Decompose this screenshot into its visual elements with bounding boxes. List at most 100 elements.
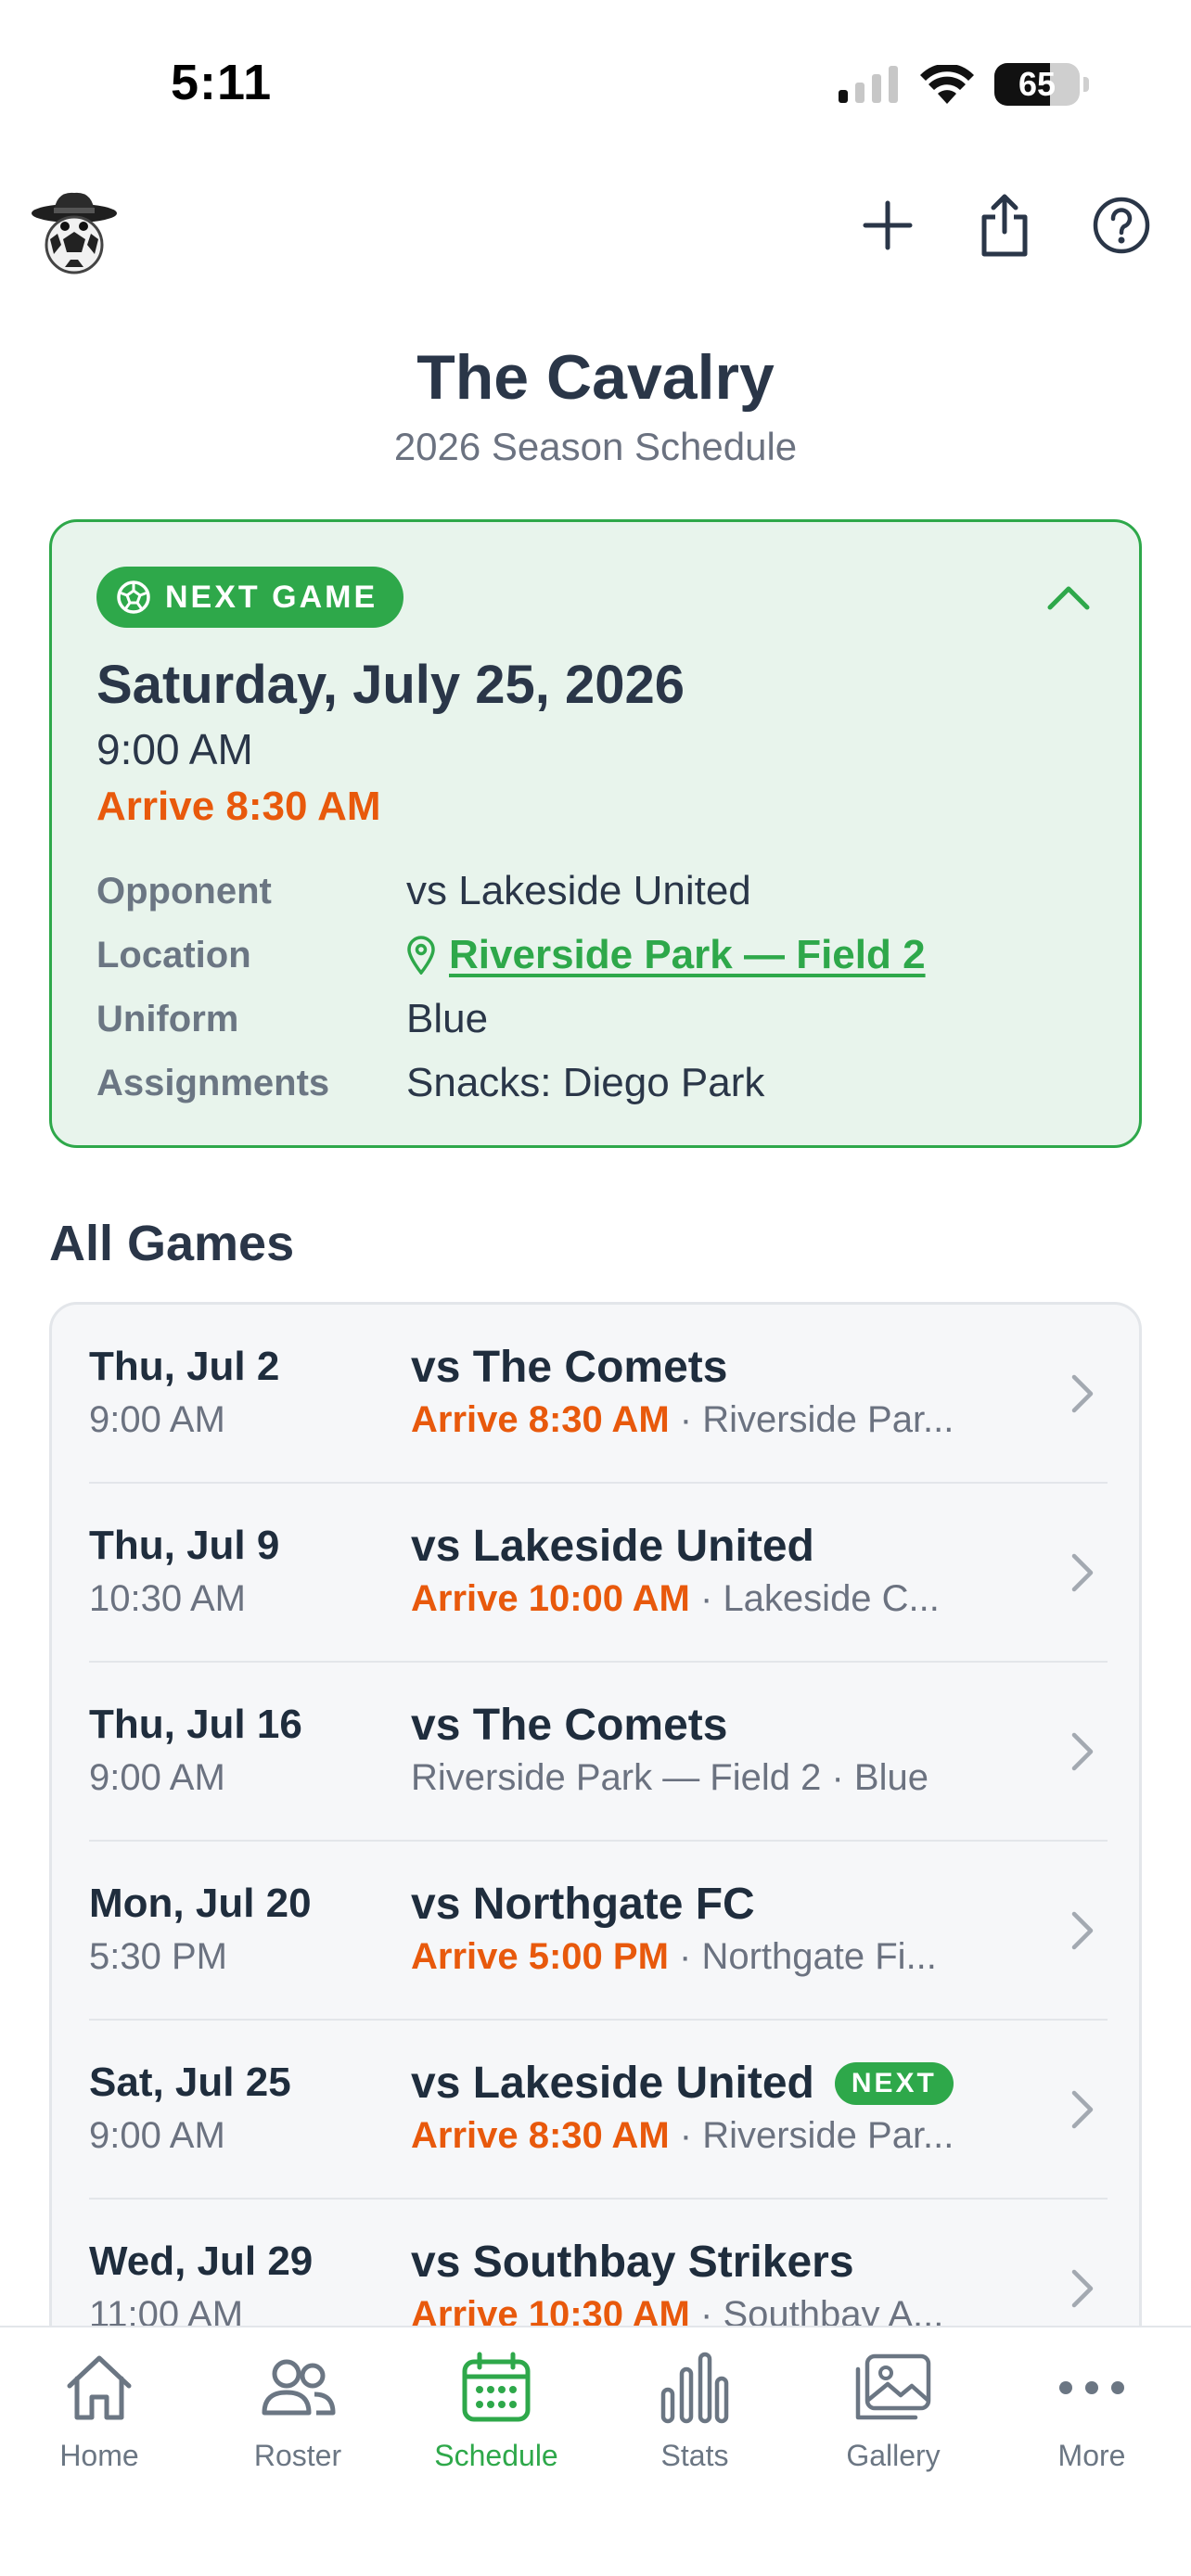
game-opponent: vs Lakeside United xyxy=(411,1521,814,1572)
team-name: The Cavalry xyxy=(416,342,775,413)
opponent-name: vs The Comets xyxy=(411,1701,728,1750)
game-date: Thu, Jul 9 xyxy=(89,1523,280,1568)
add-game-button[interactable] xyxy=(857,195,918,256)
chevron-right-icon xyxy=(1071,1911,1094,1950)
chevron-right-icon xyxy=(1071,1732,1094,1771)
game-subline: Arrive 8:30 AM · Riverside Par... xyxy=(411,1399,1005,1441)
battery-icon: 65 xyxy=(994,63,1080,106)
detail-row-opponent: Opponent vs Lakeside United xyxy=(96,863,751,919)
game-row[interactable]: Thu, Jul 16 9:00 AM vs The Comets Rivers… xyxy=(52,1663,1139,1842)
game-date: Thu, Jul 16 xyxy=(89,1702,302,1747)
detail-value: Blue xyxy=(406,996,489,1041)
map-pin-icon xyxy=(407,936,435,975)
game-opponent: vs Lakeside United NEXT xyxy=(411,2058,954,2109)
tab-gallery[interactable]: Gallery xyxy=(794,2346,992,2473)
collapse-button[interactable] xyxy=(1044,576,1093,618)
status-bar: 5:11 65 xyxy=(0,0,1191,167)
next-game-date: Saturday, July 25, 2026 xyxy=(96,655,685,715)
chevron-right-icon xyxy=(1071,2269,1094,2308)
game-row[interactable]: Thu, Jul 2 9:00 AM vs The Comets Arrive … xyxy=(52,1305,1139,1484)
game-info: Riverside Park — Field 2 · Blue xyxy=(411,1757,928,1798)
tab-label: Home xyxy=(59,2439,139,2472)
season-subtitle: 2026 Season Schedule xyxy=(393,425,798,468)
top-actions xyxy=(857,194,1152,257)
opponent-name: vs The Comets xyxy=(411,1343,728,1392)
tab-schedule[interactable]: Schedule xyxy=(397,2346,596,2473)
game-row[interactable]: Mon, Jul 20 5:30 PM vs Northgate FC Arri… xyxy=(52,1842,1139,2021)
help-icon xyxy=(1093,197,1150,254)
team-avatar[interactable] xyxy=(28,185,121,278)
game-date: Mon, Jul 20 xyxy=(89,1881,312,1926)
next-game-badge: NEXT GAME xyxy=(96,567,404,628)
next-game-arrive: Arrive 8:30 AM xyxy=(96,784,381,829)
game-subline: Riverside Park — Field 2 · Blue xyxy=(411,1757,1005,1799)
opponent-name: vs Lakeside United xyxy=(411,2059,814,2108)
status-icons: 65 xyxy=(839,63,1089,106)
game-time: 9:00 AM xyxy=(89,1757,225,1798)
arrive-time: Arrive 8:30 AM xyxy=(411,1399,670,1440)
separator: · xyxy=(669,1399,703,1440)
help-button[interactable] xyxy=(1091,195,1152,256)
game-time: 10:30 AM xyxy=(89,1578,247,1619)
chevron-right-icon xyxy=(1071,1374,1094,1413)
game-info: Riverside Par... xyxy=(702,2115,954,2156)
game-time: 9:00 AM xyxy=(89,2115,225,2156)
tab-more[interactable]: More xyxy=(992,2346,1191,2473)
arrive-time: Arrive 10:00 AM xyxy=(411,1578,690,1619)
chevron-up-icon xyxy=(1047,586,1090,610)
game-opponent: vs The Comets xyxy=(411,1700,727,1751)
game-row[interactable]: Thu, Jul 9 10:30 AM vs Lakeside United A… xyxy=(52,1484,1139,1663)
share-icon xyxy=(981,194,1028,257)
location-link-text[interactable]: Riverside Park — Field 2 xyxy=(449,932,926,978)
game-time: 9:00 AM xyxy=(89,1399,225,1440)
tab-bar: Home Roster Schedule Stats Gallery More xyxy=(0,2326,1191,2576)
games-list: Thu, Jul 2 9:00 AM vs The Comets Arrive … xyxy=(49,1302,1142,2415)
stats-icon xyxy=(653,2346,736,2429)
game-info: Lakeside C... xyxy=(723,1578,940,1619)
tab-label: Stats xyxy=(660,2439,729,2472)
detail-row-location: Location Riverside Park — Field 2 xyxy=(96,927,926,983)
plus-icon xyxy=(863,200,913,250)
gallery-icon xyxy=(852,2346,935,2429)
opponent-name: vs Southbay Strikers xyxy=(411,2238,854,2287)
game-row-next[interactable]: Sat, Jul 25 9:00 AM vs Lakeside United NE… xyxy=(52,2021,1139,2200)
detail-value: Snacks: Diego Park xyxy=(406,1060,765,1105)
separator: · xyxy=(669,2115,703,2156)
location-link[interactable]: Riverside Park — Field 2 xyxy=(406,932,926,978)
tab-stats[interactable]: Stats xyxy=(596,2346,794,2473)
chevron-right-icon xyxy=(1071,1553,1094,1592)
tab-label: Roster xyxy=(253,2439,342,2472)
battery-level: 65 xyxy=(1018,65,1057,103)
detail-label: Location xyxy=(96,934,251,976)
tab-label: Gallery xyxy=(846,2439,941,2472)
all-games-title: All Games xyxy=(49,1216,295,1271)
home-icon xyxy=(58,2346,141,2429)
game-date: Wed, Jul 29 xyxy=(89,2238,314,2284)
soccer-ball-icon xyxy=(117,580,150,614)
detail-row-assignments: Assignments Snacks: Diego Park xyxy=(96,1055,764,1111)
share-button[interactable] xyxy=(974,194,1035,257)
detail-label: Opponent xyxy=(96,870,272,912)
tab-label: More xyxy=(1057,2439,1126,2472)
top-nav xyxy=(0,176,1191,287)
opponent-name: vs Lakeside United xyxy=(411,1522,814,1571)
next-game-card[interactable]: NEXT GAME Saturday, July 25, 2026 9:00 A… xyxy=(49,519,1142,1148)
arrive-time: Arrive 5:00 PM xyxy=(411,1936,669,1977)
next-badge: NEXT xyxy=(834,2061,954,2105)
separator: · xyxy=(668,1936,702,1977)
calendar-icon xyxy=(455,2346,538,2429)
game-opponent: vs Northgate FC xyxy=(411,1879,755,1930)
next-game-badge-label: NEXT GAME xyxy=(165,579,378,615)
status-time: 5:11 xyxy=(171,55,273,110)
game-opponent: vs The Comets xyxy=(411,1342,727,1393)
game-subline: Arrive 10:00 AM · Lakeside C... xyxy=(411,1578,1005,1620)
game-info: Northgate Fi... xyxy=(701,1936,937,1977)
game-info: Riverside Par... xyxy=(702,1399,954,1440)
opponent-name: vs Northgate FC xyxy=(411,1880,755,1929)
tab-roster[interactable]: Roster xyxy=(198,2346,397,2473)
tab-home[interactable]: Home xyxy=(0,2346,198,2473)
game-subline: Arrive 5:00 PM · Northgate Fi... xyxy=(411,1936,1005,1978)
wifi-icon xyxy=(920,65,974,104)
game-date: Thu, Jul 2 xyxy=(89,1344,280,1389)
detail-label: Uniform xyxy=(96,998,239,1039)
